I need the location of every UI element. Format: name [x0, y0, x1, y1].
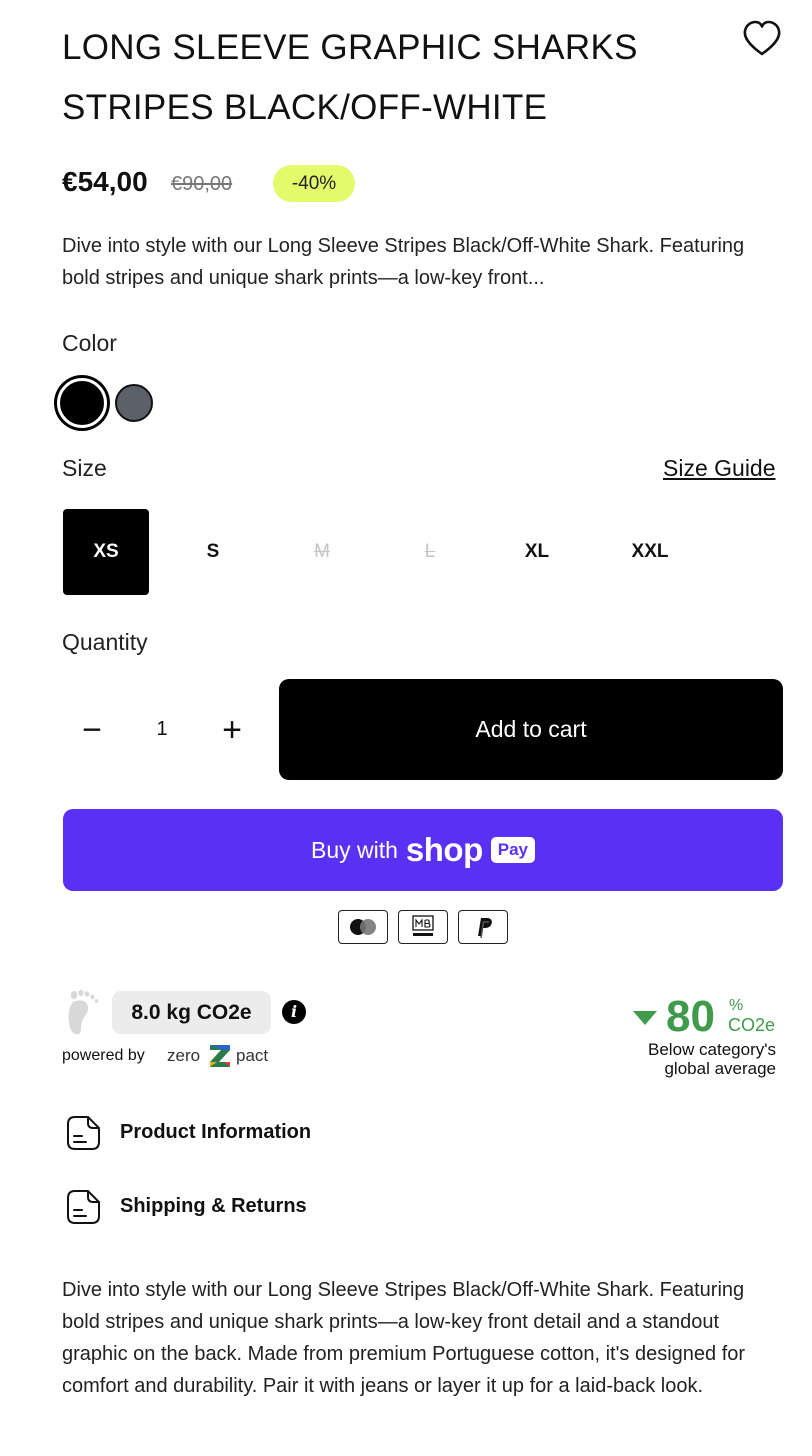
zeropact-logo-zero: zero	[167, 1046, 201, 1065]
color-swatch-gray[interactable]	[115, 384, 153, 422]
short-description: Dive into style with our Long Sleeve Str…	[62, 235, 745, 289]
document-icon	[67, 1190, 100, 1224]
quantity-input[interactable]: 1	[140, 712, 184, 746]
footprint-icon	[63, 988, 103, 1038]
powered-by-text: powered by	[62, 1047, 145, 1064]
accordion-product-information[interactable]: Product Information	[62, 1110, 462, 1154]
size-option-xxl[interactable]: XXL	[607, 509, 693, 595]
size-option-s[interactable]: S	[170, 509, 256, 595]
discount-badge: -40%	[273, 165, 355, 202]
quantity-decrease-button[interactable]: −	[70, 708, 114, 752]
percent-unit: CO2e	[728, 1015, 776, 1035]
color-label: Color	[62, 330, 117, 356]
heart-icon	[743, 20, 781, 56]
add-to-cart-button[interactable]: Add to cart	[279, 679, 783, 780]
mastercard-icon	[338, 910, 388, 944]
multibanco-icon	[398, 910, 448, 944]
size-option-m[interactable]: M	[279, 509, 365, 595]
info-icon[interactable]: i	[282, 1000, 306, 1024]
zeropact-logo-icon	[207, 1042, 233, 1070]
percent-sign: %	[729, 997, 744, 1014]
co2-reduction-percent: 80	[666, 992, 715, 1041]
accordion-label: Shipping & Returns	[120, 1195, 307, 1217]
accordion-shipping-returns[interactable]: Shipping & Returns	[62, 1184, 462, 1228]
quantity-increase-button[interactable]: +	[210, 708, 254, 752]
zeropact-logo-pact: pact	[236, 1046, 269, 1065]
co2-value-badge: 8.0 kg CO2e	[112, 991, 271, 1034]
wishlist-button[interactable]	[740, 18, 784, 60]
size-option-xl[interactable]: XL	[494, 509, 580, 595]
size-guide-link[interactable]: Size Guide	[663, 453, 776, 483]
accordion-label: Product Information	[120, 1121, 312, 1143]
shop-logo-text: shop	[405, 831, 483, 868]
sale-price: €54,00	[62, 166, 148, 197]
shop-pay-buy-with-text: Buy with	[310, 836, 398, 863]
size-option-xs[interactable]: XS	[63, 509, 149, 595]
comparison-text: Below category's global average	[648, 1040, 776, 1078]
compare-at-price: €90,00	[171, 173, 233, 195]
size-option-l[interactable]: L	[387, 509, 473, 595]
size-label: Size	[62, 455, 107, 481]
product-title: LONG SLEEVE GRAPHIC SHARKS STRIPES BLACK…	[62, 28, 638, 127]
quantity-label: Quantity	[62, 629, 148, 655]
shop-pay-button[interactable]: Buy with shop Pay	[63, 809, 783, 891]
paypal-icon	[458, 910, 508, 944]
pay-badge: Pay	[490, 837, 535, 863]
document-icon	[67, 1116, 100, 1150]
long-description: Dive into style with our Long Sleeve Str…	[62, 1279, 746, 1397]
arrow-down-icon	[633, 1011, 657, 1025]
color-swatch-black[interactable]	[57, 378, 107, 428]
